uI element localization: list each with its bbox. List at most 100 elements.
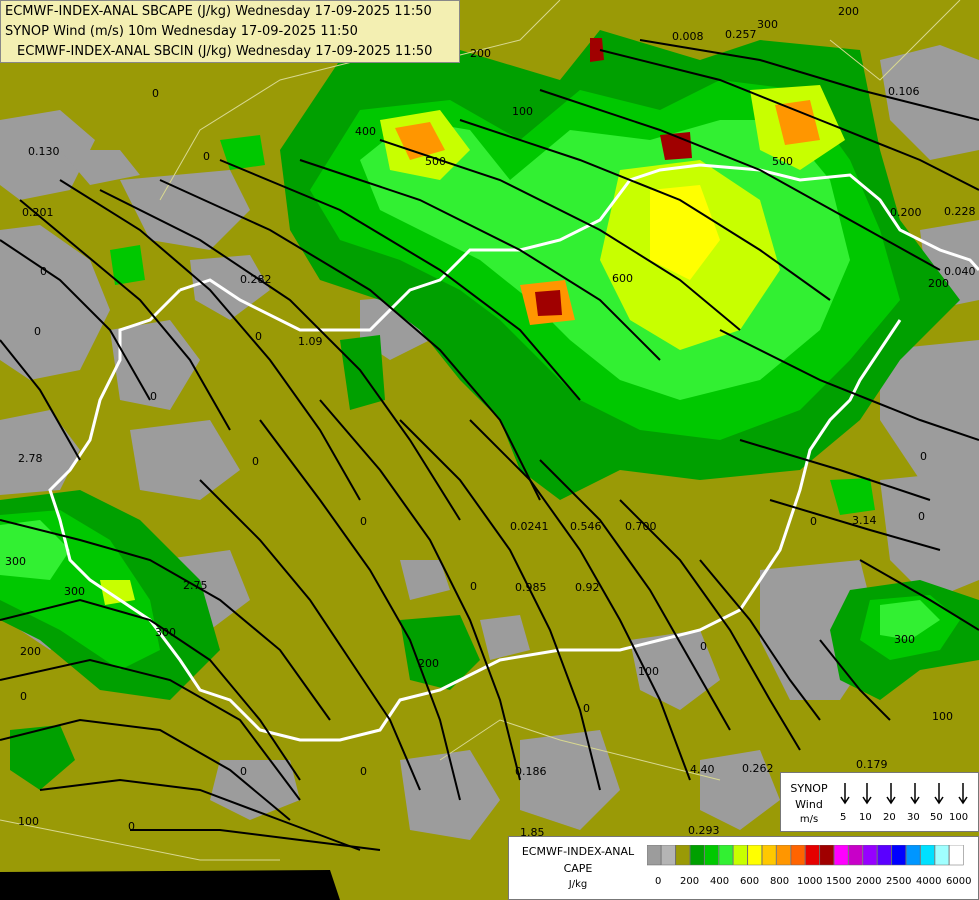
cape-swatch	[819, 845, 834, 866]
wind-legend-value: 20	[883, 812, 896, 823]
cape-swatch	[920, 845, 935, 866]
zero-label: 0	[810, 515, 817, 528]
value-label: 0.700	[625, 520, 657, 533]
contour-label: 300	[5, 555, 26, 568]
cape-swatch	[761, 845, 777, 866]
value-label: 0.008	[672, 30, 704, 43]
cape-tick: 2000	[856, 876, 882, 887]
zero-label: 0	[700, 640, 707, 653]
cape-swatch	[891, 845, 906, 866]
zero-label: 0	[470, 580, 477, 593]
value-label: 0.201	[22, 206, 54, 219]
contour-label: 600	[612, 272, 633, 285]
contour-label: 300	[894, 633, 915, 646]
wind-legend-value: 5	[840, 812, 847, 823]
contour-label: 100	[18, 815, 39, 828]
zero-label: 0	[203, 150, 210, 163]
cape-tick: 6000	[946, 876, 972, 887]
wind-legend-title: SYNOP	[790, 782, 828, 795]
cape-color-scale	[647, 845, 964, 866]
cape-swatch	[776, 845, 791, 866]
cape-swatch	[733, 845, 748, 866]
wind-legend-value: 10	[859, 812, 872, 823]
zero-label: 0	[34, 325, 41, 338]
value-label: 0.257	[725, 28, 757, 41]
cape-swatch	[689, 845, 705, 866]
zero-label: 0	[918, 510, 925, 523]
zero-label: 0	[583, 702, 590, 715]
value-label: 3.14	[852, 514, 877, 527]
cape-legend-title: ECMWF-INDEX-ANAL	[521, 845, 635, 858]
value-label: 0.130	[28, 145, 60, 158]
cape-swatch	[704, 845, 719, 866]
value-label: 2.75	[183, 579, 208, 592]
contour-label: 300	[64, 585, 85, 598]
value-label: 0.546	[570, 520, 602, 533]
cape-swatch	[833, 845, 849, 866]
zero-label: 0	[240, 765, 247, 778]
cape-swatch	[661, 845, 676, 866]
contour-label: 200	[470, 47, 491, 60]
contour-label: 500	[425, 155, 446, 168]
contour-label: 400	[355, 125, 376, 138]
value-label: 0.200	[890, 206, 922, 219]
value-label: 4.40	[690, 763, 715, 776]
cape-tick: 2500	[886, 876, 912, 887]
cape-swatch	[862, 845, 878, 866]
zero-label: 0	[255, 330, 262, 343]
wind-legend-value: 50	[930, 812, 943, 823]
value-label: 2.78	[18, 452, 43, 465]
zero-label: 0	[128, 820, 135, 833]
contour-label: 300	[155, 626, 176, 639]
wind-legend-subtitle: Wind	[795, 798, 823, 811]
contour-label: 100	[932, 710, 953, 723]
cape-tick: 4000	[916, 876, 942, 887]
cape-swatch	[934, 845, 950, 866]
contour-label: 200	[20, 645, 41, 658]
contour-label: 200	[928, 277, 949, 290]
zero-label: 0	[152, 87, 159, 100]
value-label: 0.282	[240, 273, 272, 286]
value-label: 1.09	[298, 335, 323, 348]
zero-label: 0	[40, 265, 47, 278]
cape-tick: 1500	[826, 876, 852, 887]
cape-tick: 1000	[797, 876, 823, 887]
contour-label: 200	[838, 5, 859, 18]
cape-swatch	[905, 845, 921, 866]
wind-legend-unit: m/s	[799, 814, 819, 825]
cape-legend-unit: J/kg	[568, 879, 588, 890]
cape-swatch	[877, 845, 892, 866]
cape-swatch	[805, 845, 820, 866]
cape-legend: ECMWF-INDEX-ANAL CAPE J/kg	[508, 836, 979, 900]
cape-tick: 600	[740, 876, 760, 887]
zero-label: 0	[360, 765, 367, 778]
cape-swatch	[790, 845, 806, 866]
cape-swatch	[718, 845, 734, 866]
title-sbcape: ECMWF-INDEX-ANAL SBCAPE (J/kg) Wednesday…	[5, 4, 432, 19]
wind-legend-value: 100	[949, 812, 969, 823]
title-synop-wind: SYNOP Wind (m/s) 10m Wednesday 17-09-202…	[5, 24, 358, 39]
value-label: 0.985	[515, 581, 547, 594]
zero-label: 0	[150, 390, 157, 403]
contour-label: 500	[772, 155, 793, 168]
weather-map[interactable]: 0.130 0.201 2.78 2.75 0.282 1.09 0.008 0…	[0, 0, 979, 900]
contour-label: 200	[418, 657, 439, 670]
wind-legend-value: 30	[907, 812, 920, 823]
title-sbcin: ECMWF-INDEX-ANAL SBCIN (J/kg) Wednesday …	[17, 44, 433, 59]
cape-legend-subtitle: CAPE	[563, 862, 593, 875]
map-title-box: ECMWF-INDEX-ANAL SBCAPE (J/kg) Wednesday…	[0, 0, 460, 63]
contour-label: 100	[512, 105, 533, 118]
value-label: 0.0241	[510, 520, 549, 533]
value-label: 0.106	[888, 85, 920, 98]
cape-swatch	[747, 845, 762, 866]
zero-label: 0	[920, 450, 927, 463]
night-area	[0, 870, 340, 900]
zero-label: 0	[20, 690, 27, 703]
cape-tick: 0	[655, 876, 662, 887]
wind-arrow-icons	[840, 783, 968, 805]
value-label: 0.186	[515, 765, 547, 778]
cape-tick: 800	[770, 876, 790, 887]
cape-swatch	[675, 845, 690, 866]
cape-tick: 200	[680, 876, 700, 887]
zero-label: 0	[252, 455, 259, 468]
